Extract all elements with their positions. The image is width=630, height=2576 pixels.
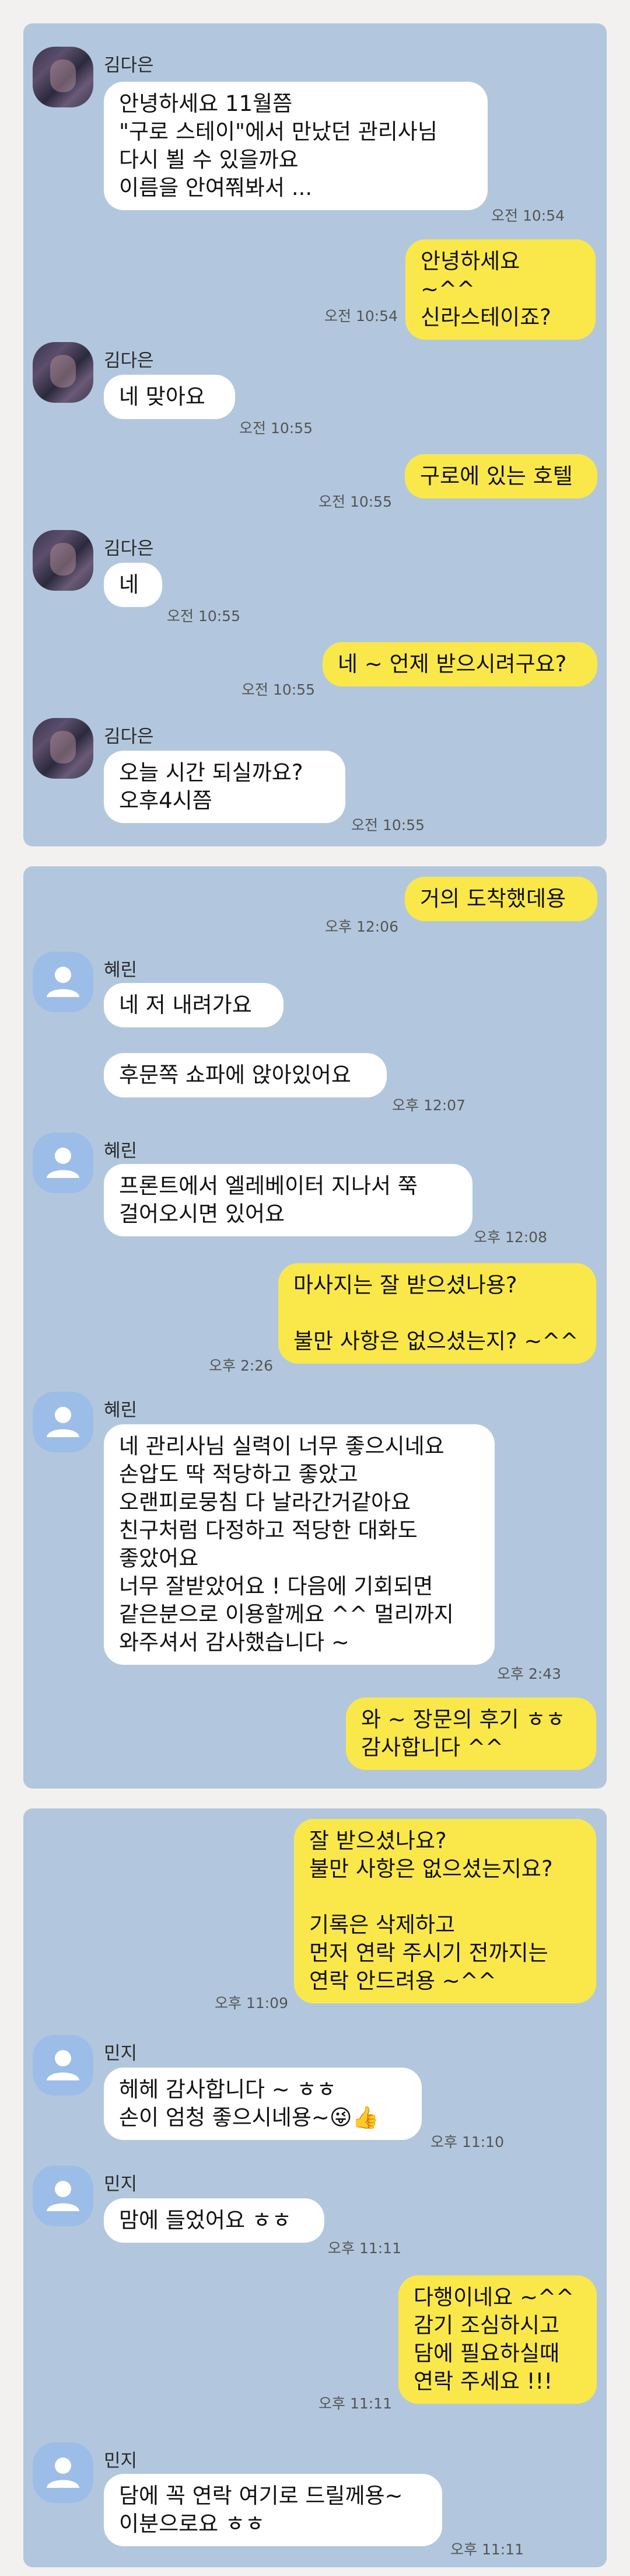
sender-name: 혜린	[104, 1400, 138, 1421]
person-icon[interactable]	[33, 2166, 93, 2226]
message-bubble[interactable]: 맘에 들었어요 ㅎㅎ	[104, 2198, 324, 2243]
message-time: 오전 10:55	[167, 608, 240, 625]
message-time: 오후 11:10	[430, 2134, 504, 2150]
message-bubble[interactable]: 후문쪽 쇼파에 앉아있어요	[104, 1053, 387, 1097]
message-time: 오전 10:55	[242, 681, 315, 698]
message-bubble[interactable]: 와 ~ 장문의 후기 ㅎㅎ 감사합니다 ^^	[346, 1697, 596, 1770]
sender-name: 김다은	[104, 726, 154, 747]
message-bubble[interactable]: 거의 도착했데용	[405, 877, 597, 921]
message-bubble[interactable]: 구로에 있는 호텔	[405, 454, 597, 499]
message-bubble[interactable]: 네	[104, 563, 162, 607]
message-time: 오후 12:06	[325, 918, 398, 935]
message-bubble[interactable]: 안녕하세요 11월쯤 "구로 스테이"에서 만났던 관리사님 다시 뵐 수 있을…	[104, 82, 488, 210]
message-time: 오후 12:07	[392, 1097, 466, 1114]
message-bubble[interactable]: 네 맞아요	[104, 375, 235, 419]
sender-name: 혜린	[104, 960, 138, 981]
message-bubble[interactable]: 마사지는 잘 받으셨나용? 불만 사항은 없으셨는지? ~^^	[278, 1263, 596, 1364]
message-time: 오후 12:08	[474, 1229, 547, 1246]
sender-name: 혜린	[104, 1141, 138, 1162]
avatar-icon[interactable]	[33, 718, 93, 779]
avatar-icon[interactable]	[33, 530, 93, 591]
message-bubble[interactable]: 헤헤 감사합니다 ~ ㅎㅎ 손이 엄청 좋으시네용~😜👍	[104, 2068, 422, 2140]
person-icon[interactable]	[33, 951, 93, 1012]
message-time: 오전 10:55	[239, 420, 313, 437]
message-time: 오전 10:54	[324, 308, 398, 325]
message-time: 오후 2:26	[209, 1357, 274, 1374]
sender-name: 김다은	[104, 350, 154, 371]
message-time: 오후 11:11	[318, 2395, 392, 2412]
message-time: 오후 2:43	[497, 1665, 562, 1682]
message-bubble[interactable]: 네 저 내려가요	[104, 983, 284, 1027]
message-time: 오전 10:55	[351, 817, 425, 834]
person-icon[interactable]	[33, 2442, 93, 2503]
sender-name: 김다은	[104, 538, 154, 559]
person-icon[interactable]	[33, 1132, 93, 1193]
message-bubble[interactable]: 잘 받으셨나요? 불만 사항은 없으셨는지요? 기록은 삭제하고 먼저 연락 주…	[294, 1819, 596, 2003]
person-icon[interactable]	[33, 1392, 93, 1452]
message-bubble[interactable]: 네 ~ 언제 받으시려구요?	[323, 642, 597, 686]
message-bubble[interactable]: 다행이네요 ~^^ 감기 조심하시고 담에 필요하실때 연락 주세요 !!!	[398, 2275, 597, 2404]
chat-panel-1: 김다은 안녕하세요 11월쯤 "구로 스테이"에서 만났던 관리사님 다시 뵐 …	[23, 23, 607, 846]
message-time: 오전 10:55	[318, 493, 392, 510]
avatar-icon[interactable]	[33, 342, 93, 403]
person-icon[interactable]	[33, 2035, 93, 2096]
chat-panel-3: 잘 받으셨나요? 불만 사항은 없으셨는지요? 기록은 삭제하고 먼저 연락 주…	[23, 1808, 607, 2567]
message-time: 오후 11:11	[450, 2541, 524, 2558]
sender-name: 민지	[104, 2043, 138, 2064]
message-time: 오후 11:09	[215, 1995, 288, 2012]
message-time: 오후 11:11	[328, 2240, 401, 2257]
message-bubble[interactable]: 안녕하세요 ~^^ 신라스테이죠?	[405, 239, 596, 340]
sender-name: 김다은	[104, 55, 154, 76]
message-bubble[interactable]: 오늘 시간 되실까요? 오후4시쯤	[104, 751, 345, 823]
chat-panel-2: 거의 도착했데용 오후 12:06 혜린 네 저 내려가요 후문쪽 쇼파에 앉아…	[23, 866, 607, 1789]
message-bubble[interactable]: 네 관리사님 실력이 너무 좋으시네요 손압도 딱 적당하고 좋았고 오랜피로뭉…	[104, 1424, 495, 1665]
avatar-icon[interactable]	[33, 47, 93, 107]
message-bubble[interactable]: 프론트에서 엘레베이터 지나서 쭉 걸어오시면 있어요	[104, 1164, 473, 1236]
message-bubble[interactable]: 담에 꼭 연락 여기로 드릴께용~ 이분으로요 ㅎㅎ	[104, 2474, 442, 2546]
sender-name: 민지	[104, 2174, 138, 2195]
message-time: 오전 10:54	[491, 207, 565, 224]
sender-name: 민지	[104, 2450, 138, 2472]
